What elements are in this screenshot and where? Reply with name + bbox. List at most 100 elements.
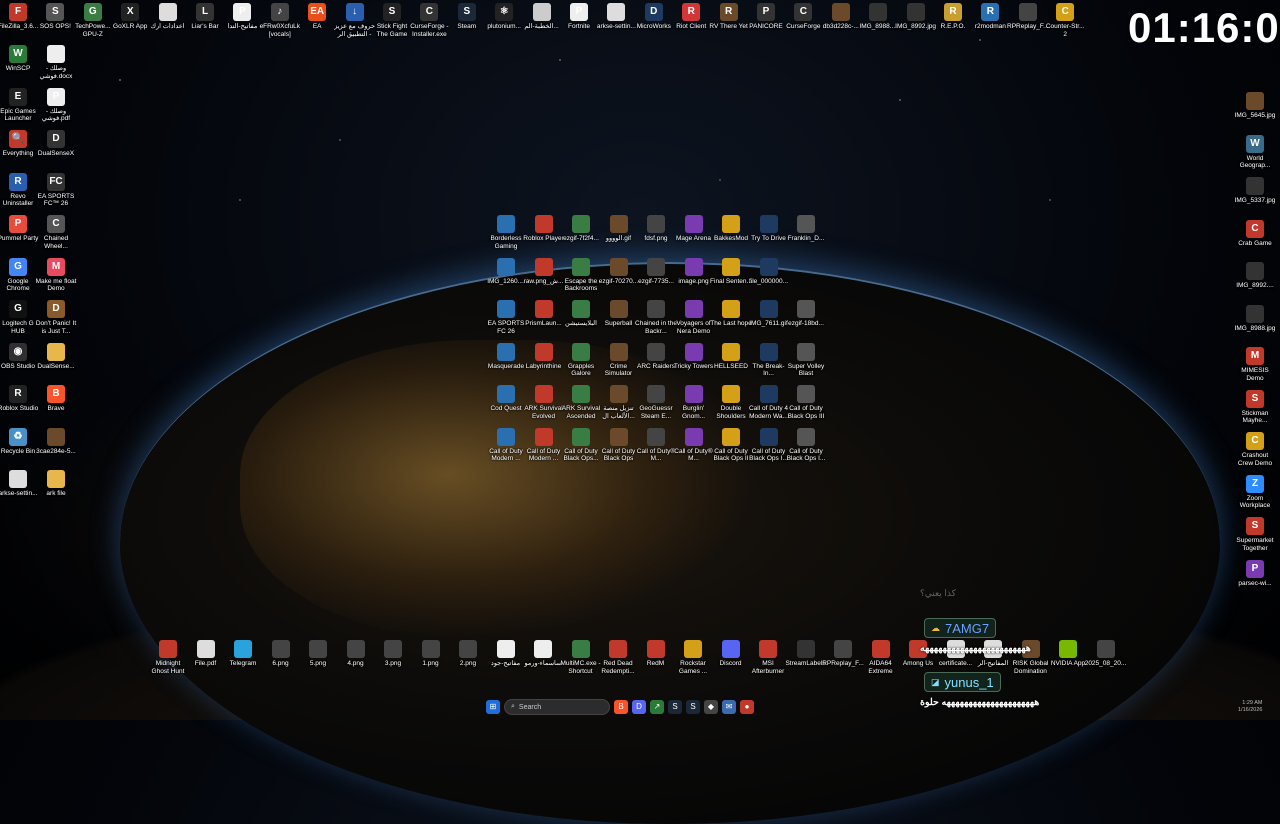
desktop-icon[interactable]: fdsf.png <box>635 215 677 243</box>
desktop-icon[interactable]: Call of Duty Black Ops I... <box>748 427 790 463</box>
desktop-icon[interactable]: ezgif-70270... <box>598 257 640 286</box>
desktop-icon[interactable]: raw.png_ش... <box>523 257 565 286</box>
desktop-icon[interactable]: ⚛ plutonium... <box>483 3 525 31</box>
desktop-icon[interactable]: NVIDIA App <box>1047 640 1089 668</box>
desktop-icon[interactable]: Grapples Galore <box>560 342 602 378</box>
desktop-icon[interactable]: C Crashout Crew Demo <box>1234 432 1276 467</box>
desktop-icon[interactable]: Call of Duty® M... <box>635 427 677 463</box>
desktop-icon[interactable]: Crime Simulator <box>598 342 640 378</box>
desktop-icon[interactable]: L Liar's Bar <box>184 3 226 31</box>
desktop-icon[interactable]: ezgif-7735... <box>635 257 677 286</box>
desktop-icon[interactable]: G TechPowe... GPU-Z <box>72 3 114 38</box>
desktop-icon[interactable]: 3cae284e-5... <box>35 427 77 456</box>
desktop-icon[interactable]: M Make me float Demo <box>35 257 77 293</box>
desktop-icon[interactable]: GeoGuessr Steam E... <box>635 385 677 420</box>
desktop-icon[interactable]: Call of Duty Black Ops II <box>710 427 752 463</box>
desktop-icon[interactable]: G Google Chrome <box>0 257 39 293</box>
desktop-icon[interactable]: Burglin' Gnom... <box>673 385 715 420</box>
desktop-icon[interactable]: ◉ OBS Studio <box>0 342 39 371</box>
desktop-icon[interactable]: Franklin_D... <box>785 215 827 243</box>
desktop-icon[interactable]: DualSense... <box>35 342 77 371</box>
desktop-icon[interactable]: Call of Duty 4 Modern Wa... <box>748 385 790 420</box>
desktop-icon[interactable]: P مفاتيح-الندا <box>221 3 263 31</box>
desktop-icon[interactable]: Superball <box>598 300 640 328</box>
desktop-icon[interactable]: F FileZilla_3.6... <box>0 3 39 31</box>
desktop-icon[interactable]: Tricky Towers <box>673 342 715 371</box>
desktop-icon[interactable]: MSI Afterburner <box>747 640 789 675</box>
desktop-icon[interactable]: G Logitech G HUB <box>0 300 39 335</box>
desktop-icon[interactable]: IMG_7611.gif <box>748 300 790 328</box>
desktop-icon[interactable]: R Riot Client <box>670 3 712 31</box>
desktop-icon[interactable]: S SOS OPS! <box>34 3 76 31</box>
desktop-icon[interactable]: MultiMC.exe - Shortcut <box>560 640 602 675</box>
steam-icon[interactable]: S <box>668 700 682 714</box>
desktop-icon[interactable]: سأسماء-ورمو <box>522 640 564 668</box>
desktop-icon[interactable]: IMG_8992.... <box>1234 262 1276 290</box>
desktop-icon[interactable]: 🔍 Everything <box>0 130 39 158</box>
desktop-icon[interactable]: ARK Survival Evolved <box>523 385 565 420</box>
desktop-icon[interactable]: الوووو.gif <box>598 215 640 243</box>
desktop-icon[interactable]: S Steam <box>446 3 488 31</box>
app-icon[interactable]: ◆ <box>704 700 718 714</box>
desktop-icon[interactable]: ♻ Recycle Bin <box>0 427 39 456</box>
desktop-icon[interactable]: Try To Drive <box>748 215 790 243</box>
desktop-icon[interactable]: IMG_8992.jpg <box>895 3 937 31</box>
desktop-icon[interactable]: M MIMESIS Demo <box>1234 347 1276 382</box>
desktop-icon[interactable]: البلايستيشن <box>560 300 602 328</box>
desktop-icon[interactable]: S Supermarket Together <box>1234 517 1276 552</box>
desktop-icon[interactable]: 5.png <box>297 640 339 668</box>
desktop-icon[interactable]: Call of Duty® M... <box>673 427 715 463</box>
desktop-icon[interactable]: Telegram <box>222 640 264 668</box>
windows-start-icon[interactable]: ⊞ <box>486 700 500 714</box>
app-icon[interactable]: ↗ <box>650 700 664 714</box>
desktop-icon[interactable]: Discord <box>710 640 752 668</box>
desktop-icon[interactable]: arkse-settin... <box>0 470 39 498</box>
desktop-icon[interactable]: IMG_8988.... <box>857 3 899 31</box>
desktop-icon[interactable]: 3.png <box>372 640 414 668</box>
desktop-icon[interactable]: Roblox Player <box>523 215 565 243</box>
desktop-icon[interactable]: S Stick Fight The Game <box>371 3 413 38</box>
desktop-icon[interactable]: Double Shoulders <box>710 385 752 420</box>
desktop-icon[interactable]: EA SPORTS FC 26 <box>485 300 527 335</box>
desktop-icon[interactable]: P PANICORE <box>745 3 787 31</box>
desktop-icon[interactable]: RPReplay_F... <box>822 640 864 668</box>
desktop-icon[interactable]: C Chained Wheel... <box>35 215 77 250</box>
desktop-icon[interactable]: HELLSEED <box>710 342 752 371</box>
desktop-icon[interactable]: IMG_8988.jpg <box>1234 304 1276 333</box>
desktop-icon[interactable]: Rr2modman <box>969 3 1011 31</box>
desktop-icon[interactable]: Rockstar Games ... <box>672 640 714 675</box>
desktop-icon[interactable]: Escape the Backrooms <box>560 257 602 293</box>
desktop-icon[interactable]: file_000000... <box>748 257 790 286</box>
desktop-icon[interactable]: Super Volley Blast <box>785 342 827 378</box>
desktop-icon[interactable]: db3d228c-... <box>820 3 862 31</box>
desktop-icon[interactable]: StreamLabels <box>785 640 827 668</box>
desktop-icon[interactable]: R Revo Uninstaller <box>0 172 39 208</box>
desktop-icon[interactable]: 4.png <box>335 640 377 668</box>
desktop-icon[interactable]: D MicroWorks <box>633 3 675 31</box>
desktop-icon[interactable]: R RV There Yet <box>708 3 750 31</box>
desktop-icon[interactable]: RPReplay_F... <box>1007 3 1049 31</box>
desktop-icon[interactable]: R R.E.P.O. <box>932 3 974 31</box>
desktop-icon[interactable]: 6.png <box>260 640 302 668</box>
desktop-icon[interactable]: ARC Raiders <box>635 342 677 371</box>
desktop-icon[interactable]: Masquerade <box>485 342 527 371</box>
desktop-icon[interactable]: The Last hope <box>710 300 752 328</box>
desktop-icon[interactable]: ark file <box>35 470 77 498</box>
desktop-icon[interactable]: 1.png <box>410 640 452 668</box>
desktop-icon[interactable]: EA EA <box>296 3 338 31</box>
desktop-icon[interactable]: D DualSenseX <box>35 130 77 158</box>
discord-icon[interactable]: D <box>632 700 646 714</box>
desktop-icon[interactable]: Voyagers of Nera Demo <box>673 300 715 335</box>
desktop-icon[interactable]: C Counter-Str... 2 <box>1044 3 1086 38</box>
desktop-icon[interactable]: Call of Duty Black Ops I... <box>785 427 827 463</box>
desktop-icon[interactable]: 2025_08_20... <box>1085 640 1127 668</box>
desktop-icon[interactable]: E Epic Games Launcher <box>0 87 39 123</box>
mail-icon[interactable]: ✉ <box>722 700 736 714</box>
desktop-icon[interactable]: AIDA64 Extreme <box>860 640 902 675</box>
taskbar-search[interactable]: ⌕ Search <box>504 699 610 715</box>
desktop-icon[interactable]: FC EA SPORTS FC™ 26 <box>35 172 77 208</box>
desktop-icon[interactable]: arkse-settin... <box>595 3 637 31</box>
desktop-icon[interactable]: Labyrinthine <box>523 342 565 371</box>
desktop-icon[interactable]: ezgif-18bd... <box>785 300 827 328</box>
brave-icon[interactable]: B <box>614 700 628 714</box>
